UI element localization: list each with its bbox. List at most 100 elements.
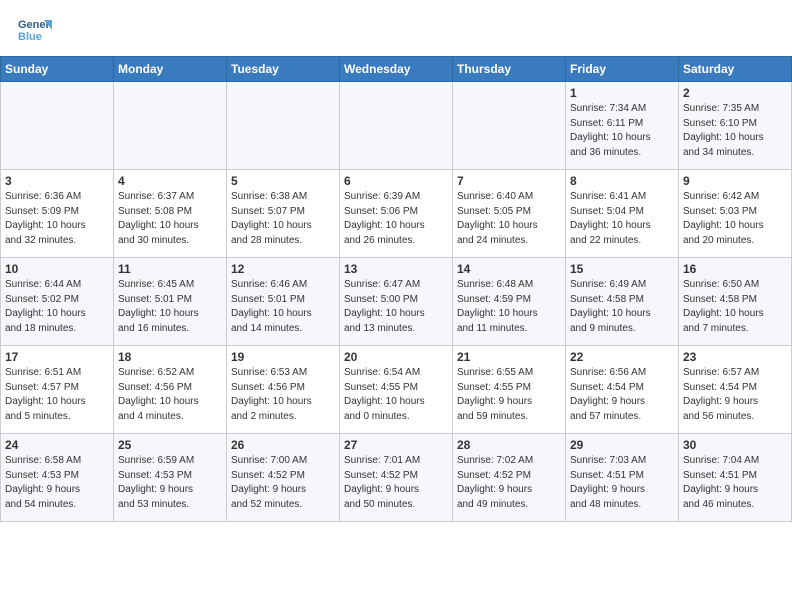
day-info: Sunrise: 7:00 AM Sunset: 4:52 PM Dayligh… <box>231 454 335 512</box>
day-number: 15 <box>570 262 674 276</box>
weekday-header-sunday: Sunday <box>1 57 114 82</box>
day-number: 7 <box>457 174 561 188</box>
weekday-row: SundayMondayTuesdayWednesdayThursdayFrid… <box>1 57 792 82</box>
day-number: 14 <box>457 262 561 276</box>
day-cell: 3 Sunrise: 6:36 AM Sunset: 5:09 PM Daylig… <box>1 170 114 258</box>
calendar-table: SundayMondayTuesdayWednesdayThursdayFrid… <box>0 56 792 522</box>
day-cell: 18Sunrise: 6:52 AM Sunset: 4:56 PM Dayli… <box>114 346 227 434</box>
day-cell <box>340 82 453 170</box>
day-cell: 7 Sunrise: 6:40 AM Sunset: 5:05 PM Daylig… <box>453 170 566 258</box>
day-cell: 10 Sunrise: 6:44 AM Sunset: 5:02 PM Dayli… <box>1 258 114 346</box>
day-cell: 29 Sunrise: 7:03 AM Sunset: 4:51 PM Dayli… <box>566 434 679 522</box>
weekday-header-wednesday: Wednesday <box>340 57 453 82</box>
calendar-header: SundayMondayTuesdayWednesdayThursdayFrid… <box>1 57 792 82</box>
day-cell: 28 Sunrise: 7:02 AM Sunset: 4:52 PM Dayli… <box>453 434 566 522</box>
day-info: Sunrise: 6:45 AM Sunset: 5:01 PM Dayligh… <box>118 278 222 336</box>
day-info: Sunrise: 6:52 AM Sunset: 4:56 PM Dayligh… <box>118 366 222 424</box>
day-cell: 5Sunrise: 6:38 AM Sunset: 5:07 PM Daylig… <box>227 170 340 258</box>
day-cell: 15 Sunrise: 6:49 AM Sunset: 4:58 PM Dayli… <box>566 258 679 346</box>
calendar-body: 1 Sunrise: 7:34 AM Sunset: 6:11 PM Daylig… <box>1 82 792 522</box>
day-number: 17 <box>5 350 109 364</box>
svg-text:Blue: Blue <box>18 31 42 43</box>
day-number: 1 <box>570 86 674 100</box>
day-info: Sunrise: 6:49 AM Sunset: 4:58 PM Dayligh… <box>570 278 674 336</box>
day-number: 23 <box>683 350 787 364</box>
day-info: Sunrise: 6:38 AM Sunset: 5:07 PM Dayligh… <box>231 190 335 248</box>
week-row-3: 10 Sunrise: 6:44 AM Sunset: 5:02 PM Dayli… <box>1 258 792 346</box>
day-number: 27 <box>344 438 448 452</box>
day-cell: 1 Sunrise: 7:34 AM Sunset: 6:11 PM Daylig… <box>566 82 679 170</box>
day-cell: 19 Sunrise: 6:53 AM Sunset: 4:56 PM Dayli… <box>227 346 340 434</box>
day-number: 2 <box>683 86 787 100</box>
week-row-2: 3 Sunrise: 6:36 AM Sunset: 5:09 PM Daylig… <box>1 170 792 258</box>
day-number: 10 <box>5 262 109 276</box>
day-number: 6 <box>344 174 448 188</box>
day-info: Sunrise: 6:44 AM Sunset: 5:02 PM Dayligh… <box>5 278 109 336</box>
weekday-header-saturday: Saturday <box>679 57 792 82</box>
week-row-5: 24 Sunrise: 6:58 AM Sunset: 4:53 PM Dayli… <box>1 434 792 522</box>
day-cell: 2 Sunrise: 7:35 AM Sunset: 6:10 PM Daylig… <box>679 82 792 170</box>
day-info: Sunrise: 6:54 AM Sunset: 4:55 PM Dayligh… <box>344 366 448 424</box>
day-number: 29 <box>570 438 674 452</box>
day-info: Sunrise: 7:34 AM Sunset: 6:11 PM Dayligh… <box>570 102 674 160</box>
day-cell: 23 Sunrise: 6:57 AM Sunset: 4:54 PM Dayli… <box>679 346 792 434</box>
day-cell: 30Sunrise: 7:04 AM Sunset: 4:51 PM Dayli… <box>679 434 792 522</box>
day-cell: 27Sunrise: 7:01 AM Sunset: 4:52 PM Dayli… <box>340 434 453 522</box>
week-row-1: 1 Sunrise: 7:34 AM Sunset: 6:11 PM Daylig… <box>1 82 792 170</box>
day-info: Sunrise: 7:35 AM Sunset: 6:10 PM Dayligh… <box>683 102 787 160</box>
day-cell: 9 Sunrise: 6:42 AM Sunset: 5:03 PM Daylig… <box>679 170 792 258</box>
day-info: Sunrise: 7:02 AM Sunset: 4:52 PM Dayligh… <box>457 454 561 512</box>
weekday-header-tuesday: Tuesday <box>227 57 340 82</box>
weekday-header-monday: Monday <box>114 57 227 82</box>
day-cell: 25 Sunrise: 6:59 AM Sunset: 4:53 PM Dayli… <box>114 434 227 522</box>
logo-icon: General Blue <box>16 12 52 48</box>
day-cell <box>1 82 114 170</box>
day-cell: 12 Sunrise: 6:46 AM Sunset: 5:01 PM Dayli… <box>227 258 340 346</box>
day-info: Sunrise: 6:50 AM Sunset: 4:58 PM Dayligh… <box>683 278 787 336</box>
weekday-header-friday: Friday <box>566 57 679 82</box>
day-info: Sunrise: 6:46 AM Sunset: 5:01 PM Dayligh… <box>231 278 335 336</box>
day-info: Sunrise: 6:53 AM Sunset: 4:56 PM Dayligh… <box>231 366 335 424</box>
day-info: Sunrise: 6:36 AM Sunset: 5:09 PM Dayligh… <box>5 190 109 248</box>
day-info: Sunrise: 6:47 AM Sunset: 5:00 PM Dayligh… <box>344 278 448 336</box>
day-number: 16 <box>683 262 787 276</box>
day-cell: 26Sunrise: 7:00 AM Sunset: 4:52 PM Dayli… <box>227 434 340 522</box>
day-number: 13 <box>344 262 448 276</box>
day-number: 3 <box>5 174 109 188</box>
day-number: 4 <box>118 174 222 188</box>
day-cell: 22Sunrise: 6:56 AM Sunset: 4:54 PM Dayli… <box>566 346 679 434</box>
weekday-header-thursday: Thursday <box>453 57 566 82</box>
day-number: 19 <box>231 350 335 364</box>
day-cell: 14 Sunrise: 6:48 AM Sunset: 4:59 PM Dayli… <box>453 258 566 346</box>
day-cell <box>227 82 340 170</box>
day-info: Sunrise: 6:41 AM Sunset: 5:04 PM Dayligh… <box>570 190 674 248</box>
day-number: 22 <box>570 350 674 364</box>
day-info: Sunrise: 6:57 AM Sunset: 4:54 PM Dayligh… <box>683 366 787 424</box>
day-number: 9 <box>683 174 787 188</box>
day-cell: 13 Sunrise: 6:47 AM Sunset: 5:00 PM Dayli… <box>340 258 453 346</box>
day-number: 24 <box>5 438 109 452</box>
day-info: Sunrise: 6:48 AM Sunset: 4:59 PM Dayligh… <box>457 278 561 336</box>
week-row-4: 17 Sunrise: 6:51 AM Sunset: 4:57 PM Dayli… <box>1 346 792 434</box>
day-info: Sunrise: 6:37 AM Sunset: 5:08 PM Dayligh… <box>118 190 222 248</box>
day-number: 20 <box>344 350 448 364</box>
day-info: Sunrise: 6:59 AM Sunset: 4:53 PM Dayligh… <box>118 454 222 512</box>
day-info: Sunrise: 6:55 AM Sunset: 4:55 PM Dayligh… <box>457 366 561 424</box>
day-number: 25 <box>118 438 222 452</box>
day-cell: 21Sunrise: 6:55 AM Sunset: 4:55 PM Dayli… <box>453 346 566 434</box>
day-number: 8 <box>570 174 674 188</box>
day-cell <box>453 82 566 170</box>
day-number: 12 <box>231 262 335 276</box>
day-number: 28 <box>457 438 561 452</box>
page-header: General Blue <box>0 0 792 56</box>
day-info: Sunrise: 6:40 AM Sunset: 5:05 PM Dayligh… <box>457 190 561 248</box>
logo: General Blue <box>16 12 52 48</box>
day-info: Sunrise: 6:51 AM Sunset: 4:57 PM Dayligh… <box>5 366 109 424</box>
day-info: Sunrise: 7:03 AM Sunset: 4:51 PM Dayligh… <box>570 454 674 512</box>
day-cell: 6Sunrise: 6:39 AM Sunset: 5:06 PM Daylig… <box>340 170 453 258</box>
day-info: Sunrise: 6:58 AM Sunset: 4:53 PM Dayligh… <box>5 454 109 512</box>
day-cell: 11Sunrise: 6:45 AM Sunset: 5:01 PM Dayli… <box>114 258 227 346</box>
day-cell: 16 Sunrise: 6:50 AM Sunset: 4:58 PM Dayli… <box>679 258 792 346</box>
day-info: Sunrise: 7:04 AM Sunset: 4:51 PM Dayligh… <box>683 454 787 512</box>
day-info: Sunrise: 6:42 AM Sunset: 5:03 PM Dayligh… <box>683 190 787 248</box>
